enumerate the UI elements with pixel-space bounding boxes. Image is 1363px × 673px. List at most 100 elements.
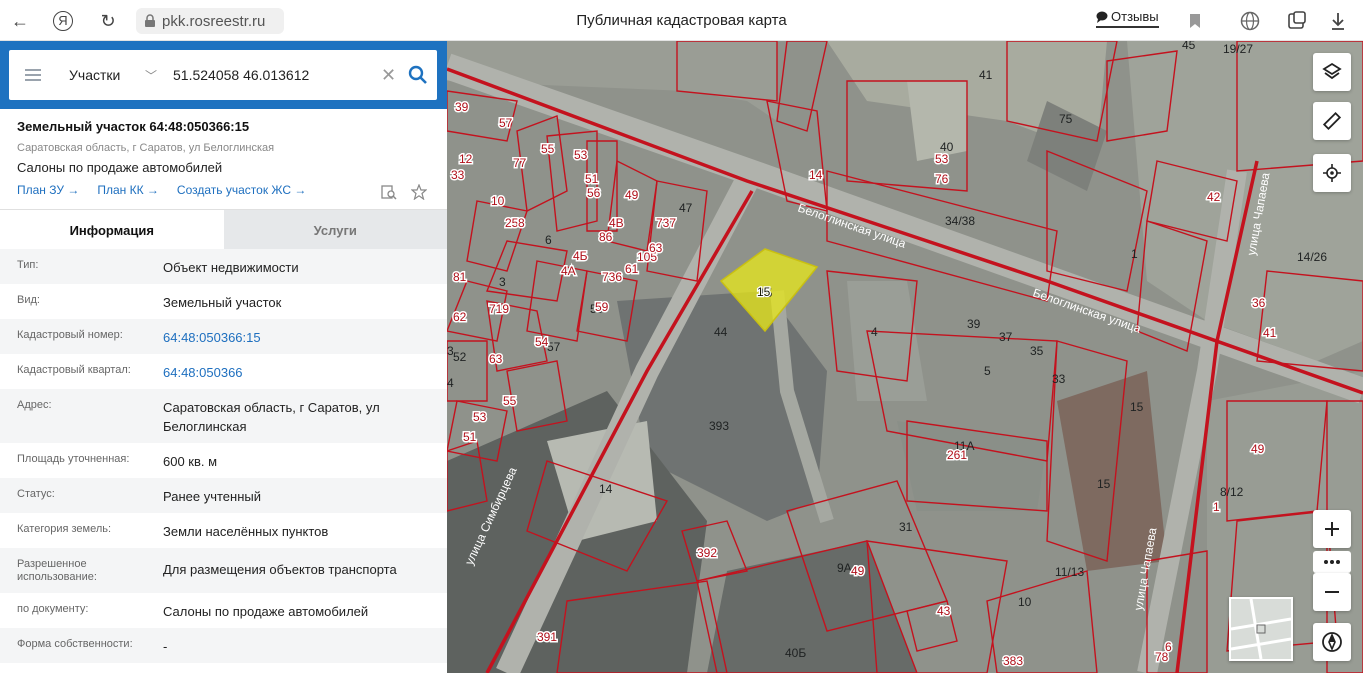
yandex-icon[interactable]: Я [53,11,73,31]
link-plan-zu[interactable]: План ЗУ → [17,183,79,197]
row-label: Адрес: [17,399,52,411]
parcel-label-red: 81 [453,270,467,284]
zoom-in-button[interactable] [1313,510,1351,548]
menu-icon[interactable] [25,69,41,81]
feedback-label: Отзывы [1111,9,1159,24]
lock-icon [145,14,155,27]
minimap[interactable] [1229,597,1293,661]
parcel-label-red: 4В [609,216,624,230]
parcel-label: 4 [447,376,454,390]
parcel-label-red: 54 [535,335,549,349]
parcel-label: 45 [1182,41,1196,52]
search-area: Участки ﹀ 51.524058 46.013612 ✕ [0,41,463,109]
cadastral-map[interactable]: Белоглинская улица Белоглинская улица ул… [447,41,1363,673]
row-label: Разрешенное использование: [17,558,97,583]
zoom-to-object-icon[interactable] [381,184,397,200]
info-row-cadastral-number: Кадастровый номер: 64:48:050366:15 [0,319,447,354]
object-address: Саратовская область, г Саратов, ул Белог… [17,142,275,154]
parcel-label-red: 39 [455,100,469,114]
parcel-label: 9А [837,561,852,575]
search-type-select[interactable]: Участки [69,67,139,83]
parcel-label: 15 [1097,477,1111,491]
parcel-label-red: 59 [595,300,609,314]
more-button[interactable] [1313,551,1351,573]
parcel-label-red: 12 [459,152,473,166]
back-icon[interactable]: ← [9,10,31,32]
info-row-kind: Вид: Земельный участок [0,284,447,319]
parcel-label-red: 33 [451,168,465,182]
tab-services[interactable]: Услуги [223,210,447,250]
parcel-label-red: 49 [851,564,865,578]
feedback-button[interactable]: Отзывы [1096,9,1159,28]
row-value: Земельный участок [163,295,282,310]
row-label: Категория земель: [17,523,112,535]
parcel-label-red: 76 [935,172,949,186]
layers-icon [1322,62,1342,80]
minimap-thumbnail [1231,599,1291,659]
row-value: Для размещения объектов транспорта [163,562,397,577]
parcel-label-red: 391 [537,630,557,644]
parcel-label-red: 392 [697,546,717,560]
search-icon[interactable] [408,65,428,85]
link-plan-kk[interactable]: План КК → [97,183,159,197]
more-icon [1324,560,1340,564]
parcel-label: 37 [999,330,1013,344]
chat-icon [1096,11,1108,23]
cadastral-quarter-link[interactable]: 64:48:050366 [163,354,430,389]
parcel-label: 11/13 [1055,565,1084,579]
parcel-label-red: 42 [1207,190,1221,204]
bookmark-icon[interactable] [1189,13,1201,29]
object-title: Земельный участок 64:48:050366:15 [17,119,250,134]
parcel-label: 34/38 [945,214,975,228]
parcel-label: 41 [979,68,993,82]
tab-info[interactable]: Информация [0,210,224,250]
parcel-label-red: 41 [1263,326,1277,340]
collections-icon[interactable] [1287,11,1307,31]
info-row-permitted-use: Разрешенное использование: Для размещения… [0,548,447,593]
parcel-label-red: 36 [1252,296,1266,310]
parcel-label: 1 [1131,247,1138,261]
parcel-label-red: 4Б [573,249,588,263]
row-value: Салоны по продаже автомобилей [163,604,369,619]
search-box: Участки ﹀ 51.524058 46.013612 ✕ [9,50,437,100]
row-label: Статус: [17,488,55,500]
info-table: Тип: Объект недвижимости Вид: Земельный уч… [0,249,447,663]
parcel-label: 35 [1030,344,1044,358]
zoom-out-button[interactable] [1313,573,1351,611]
row-label: Кадастровый номер: [17,329,123,341]
parcel-label: 4 [871,325,878,339]
row-label: Форма собственности: [17,638,133,650]
ruler-button[interactable] [1313,102,1351,140]
address-bar[interactable]: pkk.rosreestr.ru [136,8,284,34]
chevron-down-icon[interactable]: ﹀ [145,67,157,84]
locate-button[interactable] [1313,154,1351,192]
row-value: Саратовская область, г Саратов, ул Белог… [163,400,380,434]
search-input[interactable]: 51.524058 46.013612 [173,67,373,83]
cadastral-number-link[interactable]: 64:48:050366:15 [163,319,430,354]
compass-button[interactable] [1313,623,1351,661]
star-icon[interactable] [411,184,427,200]
parcel-label-red: 53 [935,152,949,166]
parcel-label: 40Б [785,646,806,660]
parcel-label: 8/12 [1220,485,1244,499]
info-row-cadastral-quarter: Кадастровый квартал: 64:48:050366 [0,354,447,389]
parcel-label-red: 25 [505,216,519,230]
clear-icon[interactable]: ✕ [381,65,396,86]
parcel-label: 44 [714,325,728,339]
parcel-label-red: 8 [518,216,525,230]
map-canvas[interactable]: Белоглинская улица Белоглинская улица ул… [447,41,1363,673]
reload-icon[interactable]: ↻ [97,10,119,32]
parcel-label-red: 53 [473,410,487,424]
layers-button[interactable] [1313,53,1351,91]
row-value: Земли населённых пунктов [163,524,329,539]
object-description: Салоны по продаже автомобилей [17,160,223,175]
row-label: по документу: [17,603,89,615]
parcel-label-red: 383 [1003,654,1023,668]
parcel-label: 14 [599,482,613,496]
parcel-label-red: 10 [491,194,505,208]
download-icon[interactable] [1330,11,1346,31]
row-label: Площадь уточненная: [17,453,130,465]
globe-icon[interactable] [1240,11,1260,31]
link-create-zhs[interactable]: Создать участок ЖС → [177,183,306,197]
compass-icon [1322,632,1342,652]
